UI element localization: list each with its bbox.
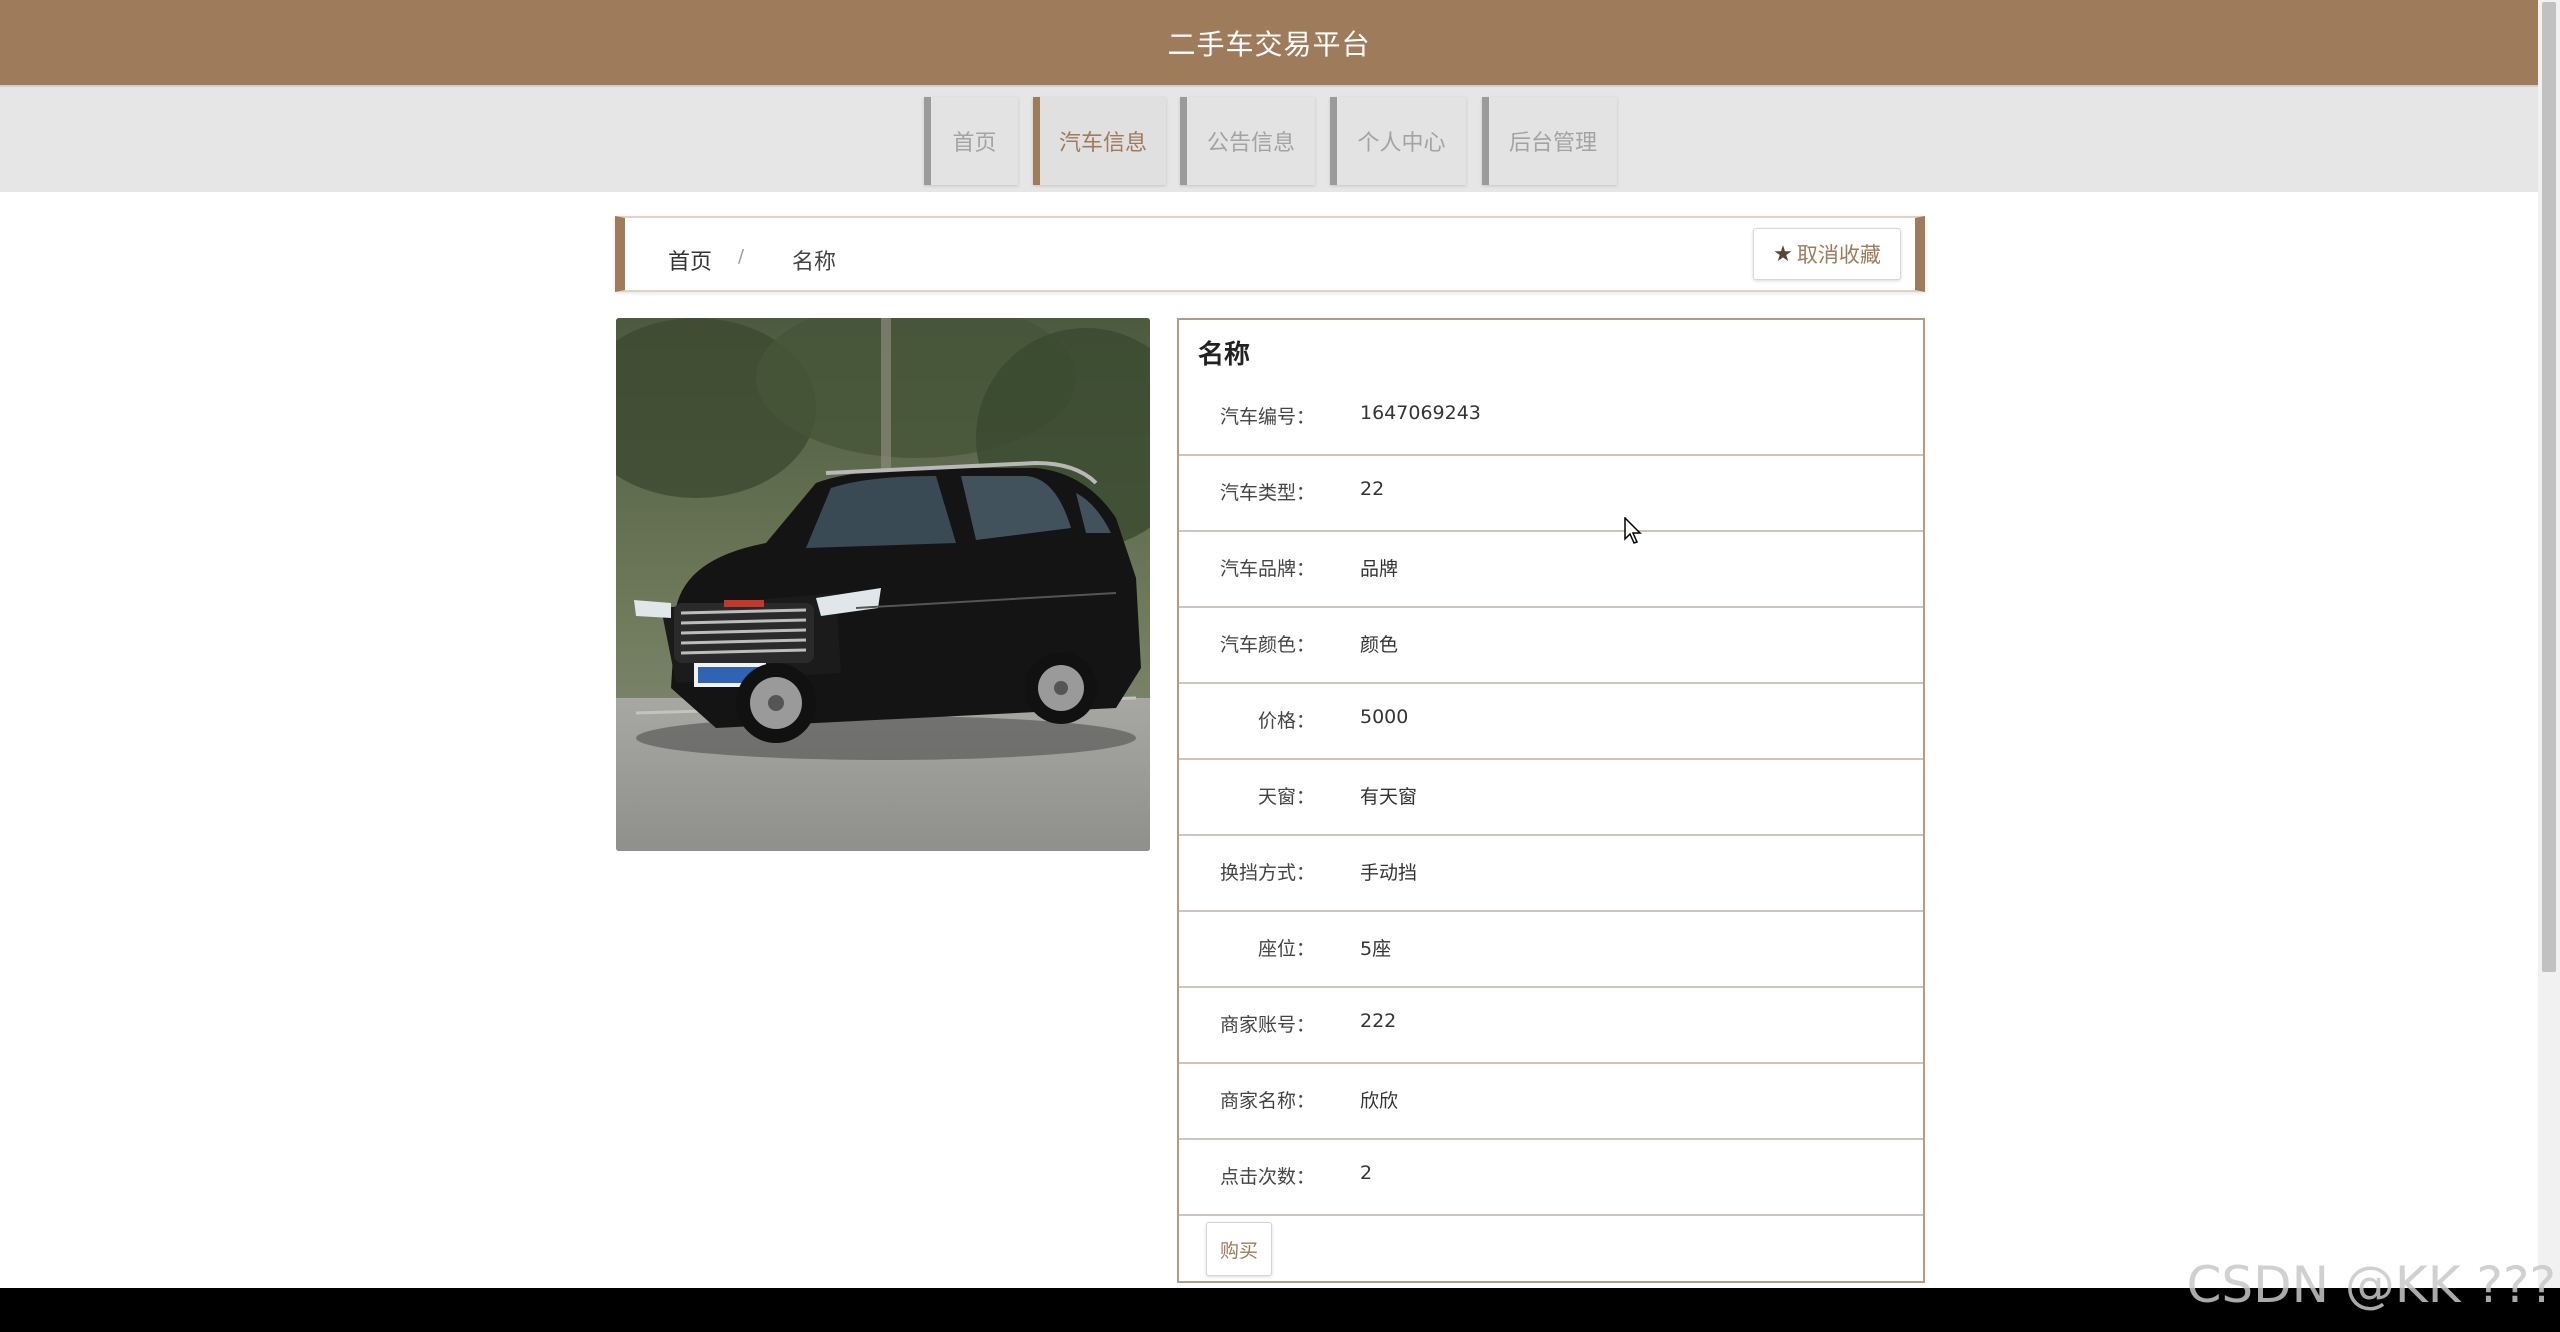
breadcrumb-home[interactable]: 首页	[668, 244, 712, 276]
field-label: 汽车编号：	[1219, 406, 1315, 428]
detail-row-car-number: 汽车编号： 1647069243	[1179, 380, 1923, 456]
detail-row-car-brand: 汽车品牌： 品牌	[1179, 532, 1923, 608]
nav-item-profile[interactable]: 个人中心	[1330, 97, 1466, 185]
bottom-bar	[0, 1288, 2560, 1332]
field-value: 颜色	[1360, 634, 1399, 656]
unfavorite-label: 取消收藏	[1796, 243, 1881, 267]
field-label: 商家名称：	[1219, 1090, 1315, 1112]
scrollbar-thumb[interactable]	[2542, 2, 2556, 972]
breadcrumb: 首页 / 名称 ★ 取消收藏	[615, 216, 1925, 292]
detail-row-merchant-name: 商家名称： 欣欣	[1179, 1064, 1923, 1140]
detail-row-seats: 座位： 5座	[1179, 912, 1923, 988]
field-label: 价格：	[1257, 710, 1315, 732]
main-nav: 首页 汽车信息 公告信息 个人中心 后台管理	[0, 85, 2538, 192]
nav-item-admin[interactable]: 后台管理	[1482, 97, 1617, 185]
site-title: 二手车交易平台	[1167, 27, 1371, 61]
field-label: 汽车类型：	[1219, 482, 1315, 504]
field-label: 点击次数：	[1219, 1166, 1315, 1188]
detail-row-merchant-account: 商家账号： 222	[1179, 988, 1923, 1064]
watermark: CSDN @KK ???	[2186, 1256, 2556, 1314]
nav-item-home[interactable]: 首页	[924, 97, 1018, 185]
detail-fields: 汽车编号： 1647069243 汽车类型： 22 汽车品牌： 品牌 汽车颜色：…	[1179, 380, 1923, 1216]
nav-item-car-info[interactable]: 汽车信息	[1033, 97, 1166, 185]
detail-title: 名称	[1198, 340, 1251, 370]
page-scrollbar[interactable]	[2538, 0, 2560, 1288]
field-value: 品牌	[1360, 558, 1399, 580]
car-photo	[616, 318, 1150, 851]
field-value: 5000	[1360, 706, 1409, 728]
field-value: 2	[1360, 1162, 1373, 1184]
mouse-cursor-icon	[1624, 516, 1642, 549]
field-label: 汽车颜色：	[1219, 634, 1315, 656]
car-detail-panel: 名称 汽车编号： 1647069243 汽车类型： 22 汽车品牌： 品牌 汽车…	[1177, 318, 1925, 1283]
field-label: 天窗：	[1257, 786, 1315, 808]
buy-button[interactable]: 购买	[1206, 1222, 1272, 1276]
star-icon: ★	[1773, 241, 1793, 267]
breadcrumb-current: 名称	[792, 250, 837, 275]
detail-row-price: 价格： 5000	[1179, 684, 1923, 760]
field-value: 1647069243	[1360, 402, 1481, 424]
field-value: 22	[1360, 478, 1385, 500]
detail-row-click-count: 点击次数： 2	[1179, 1140, 1923, 1216]
breadcrumb-separator: /	[738, 246, 745, 267]
field-label: 商家账号：	[1219, 1014, 1315, 1036]
detail-row-sunroof: 天窗： 有天窗	[1179, 760, 1923, 836]
field-value: 222	[1360, 1010, 1397, 1032]
unfavorite-button[interactable]: ★ 取消收藏	[1753, 228, 1901, 280]
field-label: 汽车品牌：	[1219, 558, 1315, 580]
detail-row-transmission: 换挡方式： 手动挡	[1179, 836, 1923, 912]
field-value: 有天窗	[1360, 786, 1418, 808]
field-label: 换挡方式：	[1219, 862, 1315, 884]
field-value: 手动挡	[1360, 862, 1418, 884]
detail-row-car-type: 汽车类型： 22	[1179, 456, 1923, 532]
field-value: 欣欣	[1360, 1090, 1399, 1112]
nav-item-announcements[interactable]: 公告信息	[1180, 97, 1315, 185]
field-label: 座位：	[1257, 938, 1315, 960]
field-value: 5座	[1360, 938, 1392, 960]
detail-row-car-color: 汽车颜色： 颜色	[1179, 608, 1923, 684]
top-header: 二手车交易平台	[0, 0, 2538, 85]
